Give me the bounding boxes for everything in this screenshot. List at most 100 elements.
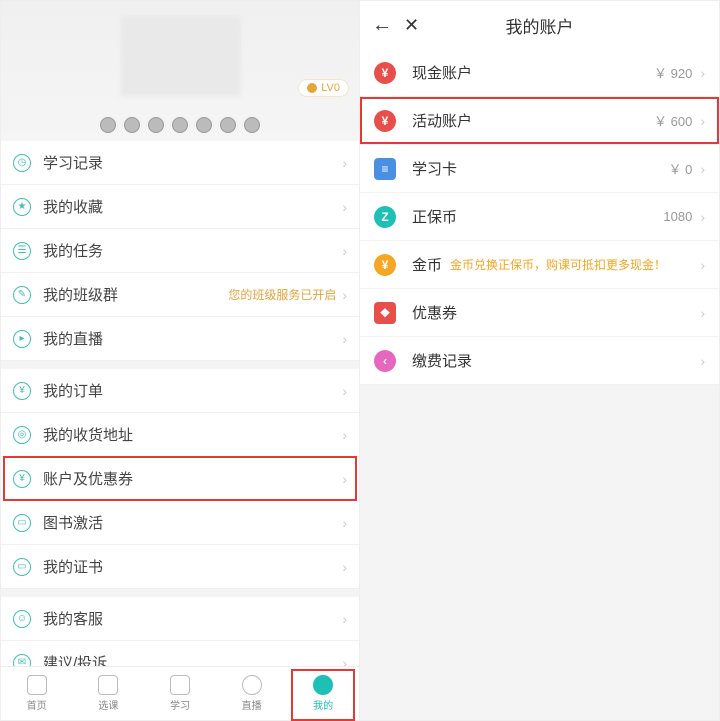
home-icon [27,675,47,695]
account-row-note: 金币兑换正保币，购课可抵扣更多现金！ [450,256,694,273]
menu-row[interactable]: ★我的收藏› [1,185,359,229]
menu-row-label: 图书激活 [43,512,342,533]
avatar-blur [121,16,241,96]
menu-row[interactable]: ▭ 我的证书› [1,545,359,589]
medal-icon [244,117,260,133]
chevron-right-icon: › [700,353,705,369]
menu-row-icon: ☰ [13,242,31,260]
medal-icon [220,117,236,133]
chevron-right-icon: › [342,287,347,303]
tab-me[interactable]: 我的 [287,667,359,720]
menu-row[interactable]: ▸ 我的直播› [1,317,359,361]
account-row-value: ￥ 920 [654,63,692,82]
tab-home[interactable]: 首页 [1,667,73,720]
account-row-icon: Z [374,206,396,228]
level-text: LV0 [321,82,340,94]
chevron-right-icon: › [342,331,347,347]
menu-row-label: 我的任务 [43,240,342,261]
account-row[interactable]: ¥金币金币兑换正保币，购课可抵扣更多现金！› [360,241,719,289]
menu-row-icon: ¥ [13,470,31,488]
account-row-value: ￥ 600 [654,111,692,130]
account-row-icon: ‹ [374,350,396,372]
tab-label: 直播 [242,697,262,712]
account-row-value: 1080 [663,209,692,224]
menu-row[interactable]: ¥ 账户及优惠券› [1,457,359,501]
right-title: 我的账户 [506,13,574,38]
account-row[interactable]: ¥ 现金账户￥ 920 › [360,49,719,97]
chevron-right-icon: › [342,383,347,399]
profile-header: LV0 [1,1,359,141]
medal-icon [172,117,188,133]
chevron-right-icon: › [342,471,347,487]
chevron-right-icon: › [342,243,347,259]
menu-row-label: 我的收藏 [43,196,342,217]
chevron-right-icon: › [342,559,347,575]
chevron-right-icon: › [700,305,705,321]
account-row-value: ￥ 0 [668,159,692,178]
account-row[interactable]: ‹缴费记录› [360,337,719,385]
account-row-icon: ≡ [374,158,396,180]
account-row-label: 正保币 [412,206,663,227]
menu-row-label: 我的直播 [43,328,342,349]
menu-row[interactable]: ◷ 学习记录› [1,141,359,185]
menu-list: ◷学习记录›★我的收藏›☰我的任务›✎我的班级群您的班级服务已开启›▸我的直播›… [1,141,359,685]
menu-row[interactable]: ✎ 我的班级群您的班级服务已开启 › [1,273,359,317]
menu-row-icon: ✎ [13,286,31,304]
menu-row-icon: ★ [13,198,31,216]
close-icon[interactable]: ✕ [404,15,419,36]
chevron-right-icon: › [342,427,347,443]
account-row-icon: ¥ [374,110,396,132]
account-row[interactable]: ❖ 优惠券› [360,289,719,337]
account-row-label: 学习卡 [412,158,668,179]
right-header: ← ✕ 我的账户 [360,1,719,49]
chevron-right-icon: › [700,161,705,177]
menu-row-icon: ☺ [13,610,31,628]
medal-icon [196,117,212,133]
right-pane: ← ✕ 我的账户 ¥ 现金账户￥ 920 › ¥ 活动账户￥ 600 › ≡ 学习卡￥ 0 › Z… [360,1,719,720]
account-row-label: 活动账户 [412,110,654,131]
menu-row-extra: 您的班级服务已开启 [228,286,336,303]
account-row-label: 优惠券 [412,302,700,323]
account-row-label: 现金账户 [412,62,654,83]
chevron-right-icon: › [342,155,347,171]
account-row[interactable]: Z正保币1080› [360,193,719,241]
bag-icon [98,675,118,695]
account-row-label: 金币 [412,254,442,275]
tab-label: 选课 [98,697,118,712]
tab-label: 首页 [27,697,47,712]
menu-row-icon: ▭ [13,558,31,576]
left-pane: LV0 ◷学习记录›★我的收藏›☰我的任务›✎我的班级群您的班级服务已开启›▸我… [1,1,360,720]
menu-row[interactable]: ☺我的客服› [1,597,359,641]
level-dot-icon [307,83,317,93]
back-icon[interactable]: ← [372,14,392,37]
menu-row-label: 我的订单 [43,380,342,401]
chevron-right-icon: › [342,515,347,531]
chevron-right-icon: › [700,113,705,129]
medal-row [1,117,359,133]
me-icon [313,675,333,695]
tab-label: 我的 [313,697,333,712]
account-row[interactable]: ¥ 活动账户￥ 600 › [360,97,719,145]
menu-row[interactable]: ¥我的订单› [1,369,359,413]
tab-book[interactable]: 学习 [144,667,216,720]
menu-row-icon: ◷ [13,154,31,172]
menu-row-label: 我的班级群 [43,284,228,305]
chevron-right-icon: › [700,65,705,81]
tab-bag[interactable]: 选课 [73,667,145,720]
medal-icon [100,117,116,133]
chevron-right-icon: › [342,611,347,627]
menu-row-label: 学习记录 [43,152,342,173]
menu-row-icon: ▸ [13,330,31,348]
tab-play[interactable]: 直播 [216,667,288,720]
menu-row-label: 账户及优惠券 [43,468,342,489]
menu-row[interactable]: ☰ 我的任务› [1,229,359,273]
menu-row[interactable]: ◎我的收货地址› [1,413,359,457]
menu-row[interactable]: ▭图书激活› [1,501,359,545]
account-row-icon: ¥ [374,62,396,84]
book-icon [170,675,190,695]
level-badge[interactable]: LV0 [298,79,349,97]
account-row-icon: ❖ [374,302,396,324]
menu-row-label: 我的证书 [43,556,342,577]
account-row[interactable]: ≡ 学习卡￥ 0 › [360,145,719,193]
medal-icon [124,117,140,133]
